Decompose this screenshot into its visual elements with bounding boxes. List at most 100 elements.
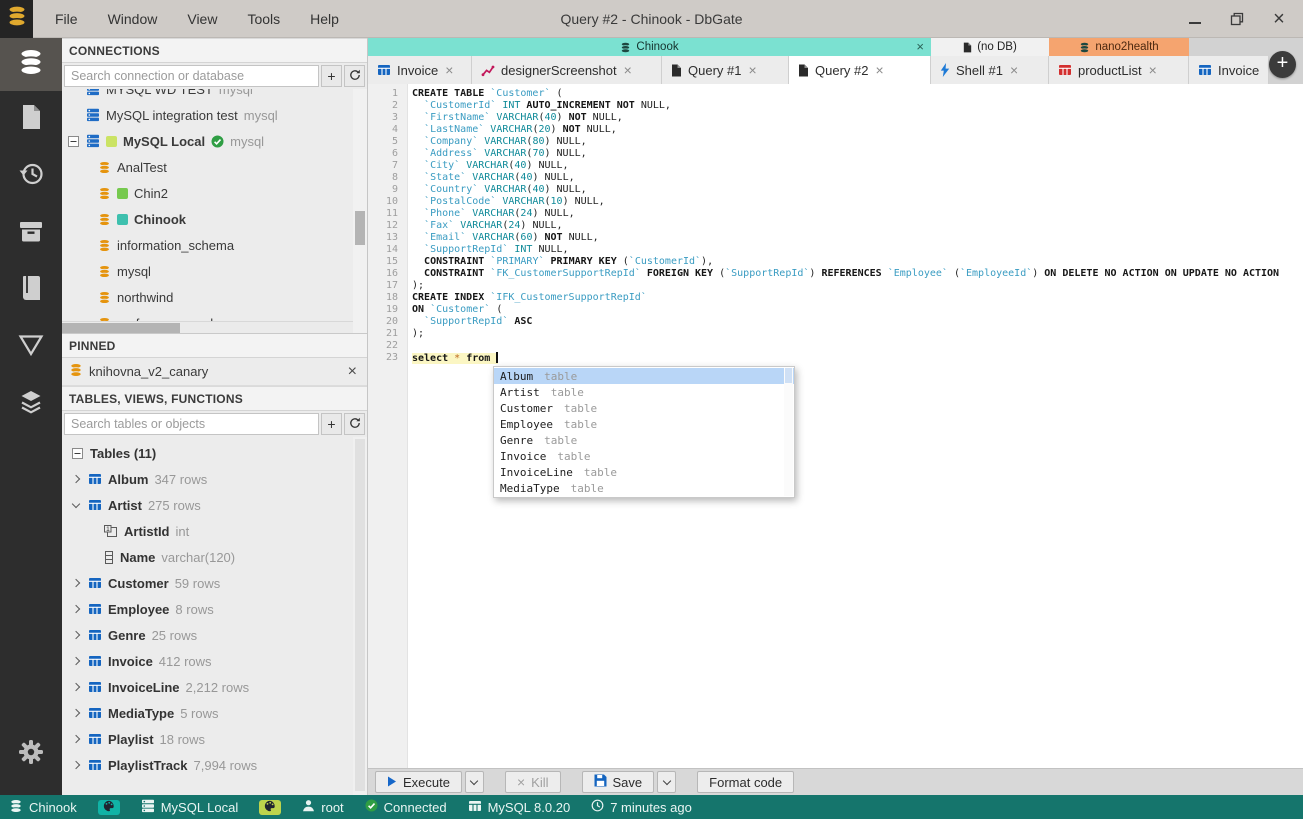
autocomplete-item[interactable]: Album table [494,368,794,384]
table-item[interactable]: PlaylistTrack 7,994 rows [62,752,353,778]
rail-item-settings[interactable] [0,726,62,783]
tab-productlist[interactable]: productList × [1049,56,1189,84]
rail-item-plugins[interactable] [0,376,62,433]
connection-database-item[interactable]: information_schema [62,232,353,258]
code-line[interactable]: CREATE TABLE `Customer` ( [412,88,1303,100]
connection-database-item[interactable]: AnalTest [62,154,353,180]
tab-shell-1[interactable]: Shell #1 × [931,56,1049,84]
tab-group-header[interactable]: nano2health [1049,38,1189,56]
new-tab-button[interactable]: + [1269,51,1296,78]
tables-search-input[interactable] [64,413,319,435]
restore-button[interactable] [1229,11,1245,27]
table-item[interactable]: Employee 8 rows [62,596,353,622]
code-line[interactable]: `City` VARCHAR(40) NULL, [412,160,1303,172]
rail-item-history[interactable] [0,148,62,205]
minimize-button[interactable] [1187,11,1203,27]
menu-view[interactable]: View [187,11,217,27]
code-line[interactable]: `State` VARCHAR(40) NULL, [412,172,1303,184]
rail-item-files[interactable] [0,91,62,148]
save-button[interactable]: Save [581,771,655,793]
column-item[interactable]: 1 ArtistId int [62,518,353,544]
autocomplete-item[interactable]: Genre table [494,432,794,448]
connection-database-item[interactable]: northwind [62,284,353,310]
autocomplete-item[interactable]: Customer table [494,400,794,416]
refresh-tables-button[interactable] [344,413,365,435]
table-item[interactable]: Invoice 412 rows [62,648,353,674]
statusbar-user[interactable]: root [302,799,344,815]
database-color-swatch[interactable] [97,799,120,815]
code-line[interactable]: ON `Customer` ( [412,304,1303,316]
code-line[interactable]: CONSTRAINT `PRIMARY` PRIMARY KEY (`Custo… [412,256,1303,268]
chevron-right-icon[interactable] [71,682,81,692]
connection-color-swatch[interactable] [259,799,282,815]
table-item[interactable]: Artist 275 rows [62,492,353,518]
format-code-button[interactable]: Format code [697,771,795,793]
statusbar-connection[interactable]: MySQL Local [141,799,238,816]
autocomplete-item[interactable]: Artist table [494,384,794,400]
chevron-right-icon[interactable] [71,578,81,588]
autocomplete-scrollbar[interactable] [784,368,793,496]
close-group-icon[interactable]: × [916,39,924,54]
code-line[interactable]: `Country` VARCHAR(40) NULL, [412,184,1303,196]
scrollbar-thumb[interactable] [62,323,180,333]
scrollbar-thumb[interactable] [355,211,365,245]
statusbar-refresh-time[interactable]: 7 minutes ago [591,799,692,815]
tab-invoice[interactable]: Invoice [1189,56,1269,84]
connection-server-item[interactable]: MySQL integration test mysql [62,102,353,128]
unpin-close-icon[interactable]: × [348,363,357,379]
code-line[interactable]: `SupportRepId` ASC [412,316,1303,328]
code-line[interactable]: `Phone` VARCHAR(24) NULL, [412,208,1303,220]
table-item[interactable]: MediaType 5 rows [62,700,353,726]
tab-invoice[interactable]: Invoice × [368,56,472,84]
menu-file[interactable]: File [55,11,78,27]
menu-tools[interactable]: Tools [247,11,280,27]
refresh-connections-button[interactable] [344,65,365,87]
chevron-right-icon[interactable] [71,630,81,640]
connection-database-item[interactable]: Chinook [62,206,353,232]
autocomplete-item[interactable]: Invoice table [494,448,794,464]
chevron-right-icon[interactable] [71,734,81,744]
autocomplete-item[interactable]: InvoiceLine table [494,464,794,480]
sql-editor[interactable]: 1 2 3 4 5 6 7 8 9 10 11 12 13 14 15 16 17 18 19 20 21 22 23 CR… [368,84,1303,768]
table-item[interactable]: InvoiceLine 2,212 rows [62,674,353,700]
code-line[interactable]: ); [412,328,1303,340]
pinned-item[interactable]: knihovna_v2_canary × [62,358,367,386]
tables-vertical-scrollbar[interactable] [353,437,367,795]
code-line[interactable]: `FirstName` VARCHAR(40) NOT NULL, [412,112,1303,124]
tab-query-1[interactable]: Query #1 × [662,56,789,84]
close-tab-icon[interactable]: × [624,62,632,78]
code-line[interactable]: `Address` VARCHAR(70) NULL, [412,148,1303,160]
code-line[interactable]: select * from [412,352,1303,364]
code-line[interactable]: `PostalCode` VARCHAR(10) NULL, [412,196,1303,208]
connections-vertical-scrollbar[interactable] [353,89,367,333]
statusbar-status[interactable]: Connected [365,799,447,815]
rail-item-archive[interactable] [0,205,62,262]
collapse-box-icon[interactable] [67,135,80,147]
close-tab-icon[interactable]: × [445,62,453,78]
execute-button[interactable]: Execute [375,771,462,793]
collapse-box-icon[interactable] [71,447,84,459]
table-item[interactable]: Genre 25 rows [62,622,353,648]
chevron-right-icon[interactable] [71,760,81,770]
add-table-button[interactable]: + [321,413,342,435]
chevron-right-icon[interactable] [71,474,81,484]
code-line[interactable]: `LastName` VARCHAR(20) NOT NULL, [412,124,1303,136]
connection-server-item[interactable]: MYSQL WD TEST mysql [62,89,353,102]
chevron-right-icon[interactable] [71,708,81,718]
tab-group-header[interactable]: Chinook × [368,38,931,56]
chevron-down-icon[interactable] [71,499,81,508]
tab-group-header[interactable]: (no DB) [931,38,1049,56]
tab-designerscreenshot[interactable]: designerScreenshot × [472,56,662,84]
scrollbar-thumb[interactable] [785,368,792,383]
execute-dropdown-button[interactable] [464,771,484,793]
code-line[interactable]: `Email` VARCHAR(60) NOT NULL, [412,232,1303,244]
code-line[interactable]: `Fax` VARCHAR(24) NULL, [412,220,1303,232]
tab-query-2[interactable]: Query #2 × [789,56,931,84]
rail-item-favorites[interactable] [0,262,62,319]
rail-item-database[interactable] [0,38,62,91]
close-tab-icon[interactable]: × [1149,62,1157,78]
code-line[interactable]: `SupportRepId` INT NULL, [412,244,1303,256]
close-tab-icon[interactable]: × [1010,62,1018,78]
code-line[interactable]: `CustomerId` INT AUTO_INCREMENT NOT NULL… [412,100,1303,112]
code-line[interactable]: CONSTRAINT `FK_CustomerSupportRepId` FOR… [412,268,1303,280]
